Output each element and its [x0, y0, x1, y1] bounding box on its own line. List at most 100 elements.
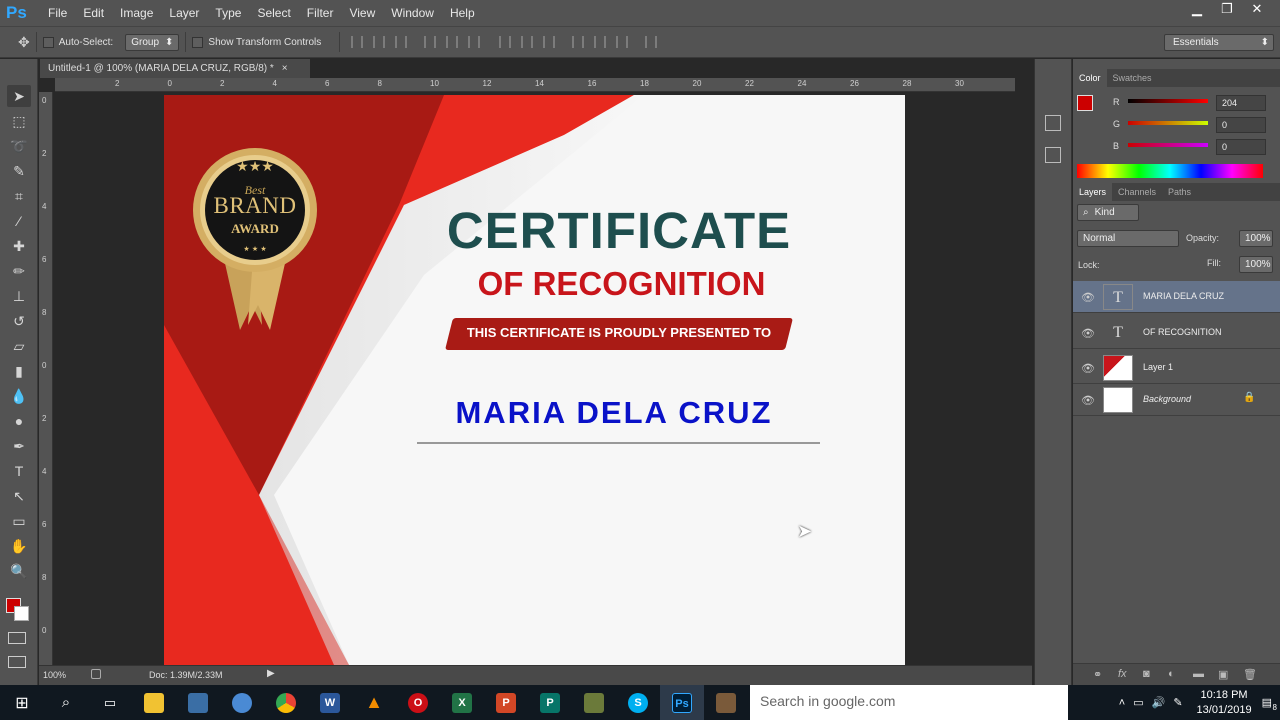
rectangle-tool-icon[interactable]: ▭ [7, 510, 31, 532]
transform-checkbox[interactable] [192, 36, 204, 48]
new-layer-icon[interactable]: ▣ [1218, 668, 1228, 681]
history-panel-icon[interactable] [1045, 115, 1061, 131]
tab-swatches[interactable]: Swatches [1107, 69, 1158, 87]
opacity-input[interactable]: 100% [1239, 230, 1273, 247]
task-view-icon[interactable]: ▭ [88, 685, 132, 720]
blur-tool-icon[interactable]: 💧 [7, 385, 31, 407]
distribute-vcenter-icon[interactable] [521, 36, 534, 48]
align-right-icon[interactable] [468, 36, 481, 48]
auto-select-checkbox[interactable] [42, 36, 54, 48]
app3-icon[interactable] [704, 685, 748, 720]
eye-icon[interactable]: 👁 [1081, 394, 1095, 407]
eye-icon[interactable]: 👁 [1081, 362, 1095, 375]
search-icon[interactable]: ⌕ [44, 685, 88, 720]
layer-row-maria[interactable]: 👁 T MARIA DELA CRUZ [1073, 281, 1280, 313]
app-icon[interactable] [220, 685, 264, 720]
gradient-tool-icon[interactable]: ▮ [7, 360, 31, 382]
restore-button[interactable]: ❐ [1212, 0, 1242, 18]
document-tab[interactable]: Untitled-1 @ 100% (MARIA DELA CRUZ, RGB/… [40, 59, 310, 78]
group-icon[interactable]: ▬ [1193, 668, 1204, 680]
background-color-swatch[interactable] [14, 606, 29, 621]
b-slider[interactable] [1128, 143, 1208, 147]
menu-image[interactable]: Image [112, 6, 161, 20]
photoshop-taskbar-icon[interactable]: Ps [660, 685, 704, 720]
pen-tool-icon[interactable]: ✒ [7, 435, 31, 457]
workspace-dropdown[interactable]: Essentials ⬍ [1164, 34, 1274, 51]
minimize-button[interactable]: ▁ [1182, 0, 1212, 18]
vlc-icon[interactable]: ▲ [352, 685, 396, 720]
fill-input[interactable]: 100% [1239, 256, 1273, 273]
history-brush-icon[interactable]: ↺ [7, 310, 31, 332]
tab-channels[interactable]: Channels [1112, 183, 1162, 201]
auto-select-dropdown[interactable]: Group ⬍ [125, 33, 180, 51]
layer-kind-filter[interactable]: ⌕ Kind [1077, 204, 1139, 221]
crop-tool-icon[interactable]: ⌗ [7, 185, 31, 207]
distribute-hcenter-icon[interactable] [594, 36, 607, 48]
clone-stamp-icon[interactable]: ⊥ [7, 285, 31, 307]
store-icon[interactable] [176, 685, 220, 720]
brush-tool-icon[interactable]: ✏ [7, 260, 31, 282]
r-value-input[interactable]: 204 [1216, 95, 1266, 111]
color-spectrum-ramp[interactable] [1077, 164, 1263, 178]
screen-mode-icon[interactable] [8, 656, 26, 668]
powerpoint-icon[interactable]: P [484, 685, 528, 720]
distribute-right-icon[interactable] [616, 36, 629, 48]
tab-layers[interactable]: Layers [1073, 183, 1113, 201]
distribute-top-icon[interactable] [499, 36, 512, 48]
file-explorer-icon[interactable] [132, 685, 176, 720]
opera-icon[interactable]: O [396, 685, 440, 720]
excel-icon[interactable]: X [440, 685, 484, 720]
fx-icon[interactable]: fx [1118, 668, 1127, 680]
healing-brush-icon[interactable]: ✚ [7, 235, 31, 257]
zoom-tool-icon[interactable]: 🔍 [7, 560, 31, 582]
volume-icon[interactable]: 🔊 [1152, 696, 1166, 709]
menu-type[interactable]: Type [207, 6, 249, 20]
eraser-tool-icon[interactable]: ▱ [7, 335, 31, 357]
distribute-left-icon[interactable] [572, 36, 585, 48]
blend-mode-dropdown[interactable]: Normal [1077, 230, 1179, 247]
notification-icon[interactable]: ▤ 8 [1262, 696, 1277, 712]
mask-icon[interactable]: ◙ [1143, 668, 1150, 680]
tab-paths[interactable]: Paths [1162, 183, 1197, 201]
align-left-icon[interactable] [424, 36, 437, 48]
menu-window[interactable]: Window [383, 6, 442, 20]
layer-row-recognition[interactable]: 👁 T OF RECOGNITION [1073, 317, 1280, 349]
properties-panel-icon[interactable] [1045, 147, 1061, 163]
eyedropper-tool-icon[interactable]: ⁄ [7, 210, 31, 232]
auto-align-icon[interactable] [645, 36, 658, 48]
menu-file[interactable]: File [40, 6, 75, 20]
link-icon[interactable]: ⚭ [1093, 668, 1102, 681]
align-hcenter-icon[interactable] [446, 36, 459, 48]
dodge-tool-icon[interactable]: ● [7, 410, 31, 432]
menu-select[interactable]: Select [249, 6, 298, 20]
menu-view[interactable]: View [341, 6, 383, 20]
b-value-input[interactable]: 0 [1216, 139, 1266, 155]
quick-select-tool-icon[interactable]: ✎ [7, 160, 31, 182]
taskbar-search-input[interactable]: Search in google.com [750, 685, 1068, 720]
skype-icon[interactable]: S [616, 685, 660, 720]
adjustment-icon[interactable]: ◐ [1168, 668, 1175, 680]
menu-help[interactable]: Help [442, 6, 483, 20]
tab-color[interactable]: Color [1073, 69, 1107, 87]
layer-row-background[interactable]: 👁 Background 🔒 [1073, 384, 1280, 416]
tray-chevron-icon[interactable]: ˄ [1119, 697, 1125, 709]
clock[interactable]: 10:18 PM 13/01/2019 [1197, 688, 1252, 718]
eye-icon[interactable]: 👁 [1081, 291, 1095, 304]
r-slider[interactable] [1128, 99, 1208, 103]
align-vcenter-icon[interactable] [373, 36, 386, 48]
menu-layer[interactable]: Layer [161, 6, 207, 20]
status-info-icon[interactable] [91, 669, 101, 679]
windows-start-icon[interactable]: ⊞ [0, 685, 44, 720]
marquee-tool-icon[interactable]: ⬚ [7, 110, 31, 132]
path-select-icon[interactable]: ↖ [7, 485, 31, 507]
g-slider[interactable] [1128, 121, 1208, 125]
chrome-icon[interactable] [264, 685, 308, 720]
word-icon[interactable]: W [308, 685, 352, 720]
quick-mask-icon[interactable] [8, 632, 26, 644]
certificate-subtitle[interactable]: OF RECOGNITION [394, 265, 849, 303]
status-arrow-icon[interactable]: ▶ [267, 668, 275, 679]
distribute-bottom-icon[interactable] [543, 36, 556, 48]
close-tab-icon[interactable]: × [282, 63, 288, 74]
recipient-name[interactable]: MARIA DELA CRUZ [394, 395, 834, 431]
g-value-input[interactable]: 0 [1216, 117, 1266, 133]
